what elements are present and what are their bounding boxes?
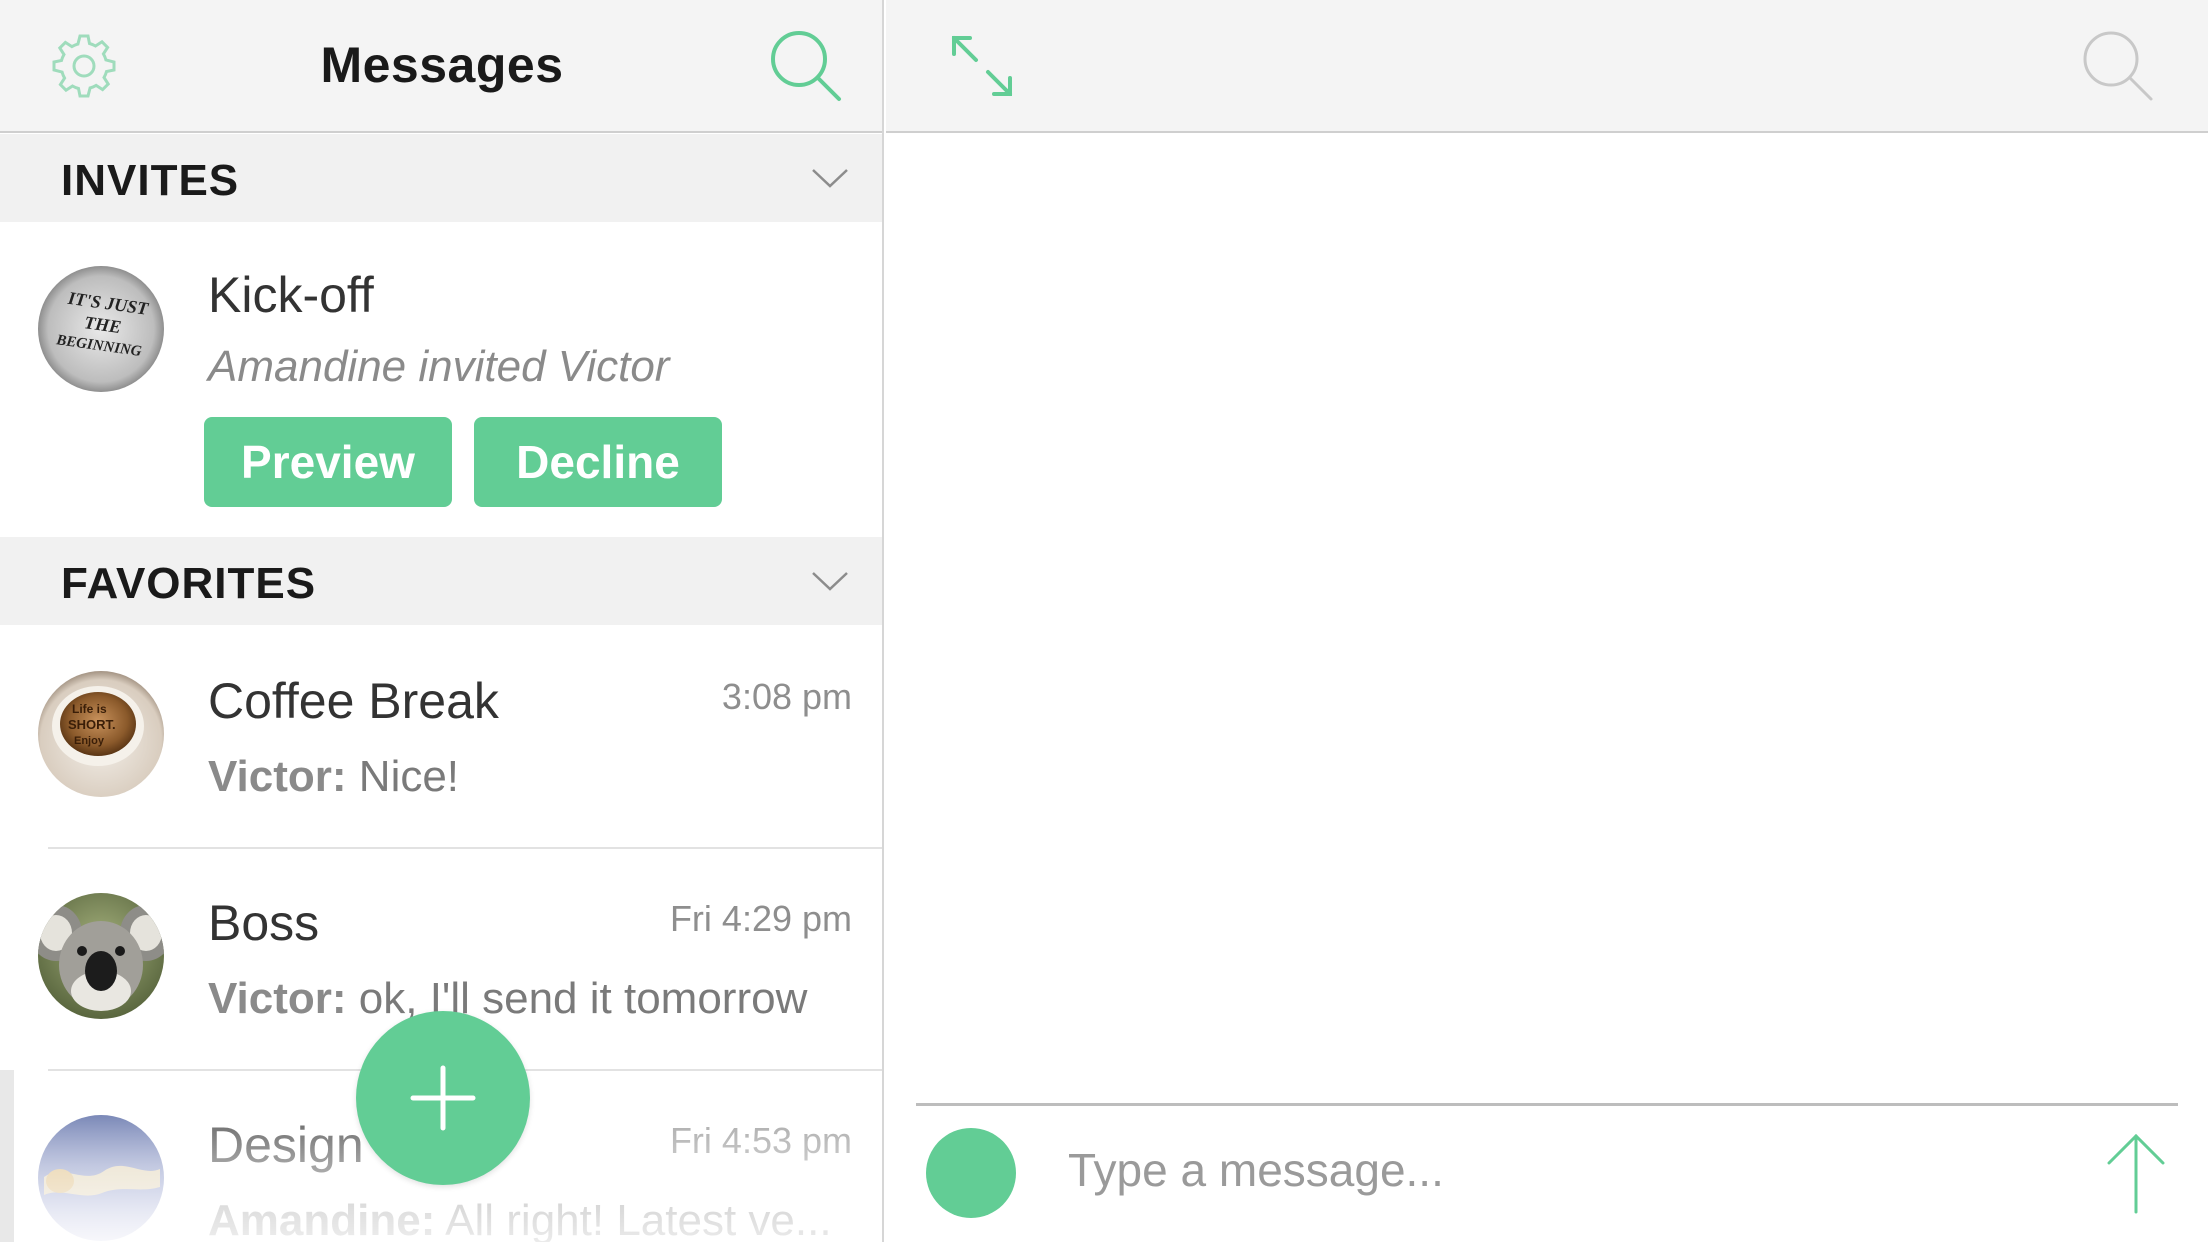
last-message: Victor: ok, I'll send it tomorrow bbox=[208, 974, 807, 1024]
chevron-down-icon[interactable] bbox=[808, 156, 852, 200]
invite-subtitle: Amandine invited Victor bbox=[208, 342, 670, 391]
plus-icon bbox=[410, 1065, 476, 1131]
add-room-button[interactable] bbox=[356, 1011, 530, 1185]
send-arrow-icon bbox=[2107, 1133, 2165, 1214]
room-name: Kick-off bbox=[208, 267, 374, 323]
message-text: Nice! bbox=[346, 752, 460, 801]
room-name: Boss bbox=[208, 895, 320, 951]
send-button[interactable] bbox=[2096, 1130, 2176, 1216]
room-name: Design bbox=[208, 1117, 364, 1173]
last-message: Amandine: All right! Latest ve... bbox=[208, 1196, 832, 1242]
list-divider bbox=[48, 847, 884, 849]
svg-text:SHORT.: SHORT. bbox=[68, 717, 116, 732]
conversation-header bbox=[886, 0, 2208, 133]
room-name: Coffee Break bbox=[208, 673, 499, 729]
message-text: All right! Latest ve... bbox=[435, 1196, 832, 1242]
message-input[interactable] bbox=[1068, 1130, 2028, 1210]
section-title: FAVORITES bbox=[61, 559, 317, 608]
message-sender: Victor: bbox=[208, 974, 347, 1023]
section-title: INVITES bbox=[61, 156, 240, 205]
decline-button[interactable]: Decline bbox=[474, 417, 722, 507]
last-message: Victor: Nice! bbox=[208, 752, 459, 802]
avatar[interactable] bbox=[926, 1128, 1016, 1218]
svg-text:Enjoy: Enjoy bbox=[74, 735, 105, 747]
svg-text:Life is: Life is bbox=[72, 702, 107, 716]
room-list-pane: Messages INVITES IT'S JUST THE BEGINNING… bbox=[0, 0, 884, 1242]
page-title: Messages bbox=[320, 37, 564, 93]
expand-icon bbox=[952, 36, 1012, 96]
section-header-invites[interactable]: INVITES bbox=[0, 134, 882, 222]
message-sender: Victor: bbox=[208, 752, 347, 801]
scroll-indicator bbox=[0, 1070, 14, 1242]
chevron-down-icon[interactable] bbox=[808, 559, 852, 603]
room-list-header: Messages bbox=[0, 0, 884, 133]
avatar bbox=[38, 893, 164, 1019]
avatar bbox=[38, 1115, 164, 1241]
room-time: Fri 4:29 pm bbox=[669, 898, 852, 939]
expand-button[interactable] bbox=[942, 26, 1022, 106]
preview-button[interactable]: Preview bbox=[204, 417, 452, 507]
room-time: Fri 4:53 pm bbox=[669, 1120, 852, 1161]
avatar: IT'S JUST THE BEGINNING bbox=[38, 266, 164, 392]
section-header-favorites[interactable]: FAVORITES bbox=[0, 537, 882, 625]
avatar: Life is SHORT. Enjoy bbox=[38, 671, 164, 797]
conversation-pane bbox=[886, 0, 2208, 1242]
search-button[interactable] bbox=[2074, 22, 2164, 112]
search-icon bbox=[2083, 31, 2153, 101]
composer-divider bbox=[916, 1103, 2178, 1106]
search-button[interactable] bbox=[762, 22, 852, 112]
room-time: 3:08 pm bbox=[721, 676, 852, 717]
search-icon bbox=[771, 31, 841, 101]
message-sender: Amandine: bbox=[208, 1196, 436, 1242]
